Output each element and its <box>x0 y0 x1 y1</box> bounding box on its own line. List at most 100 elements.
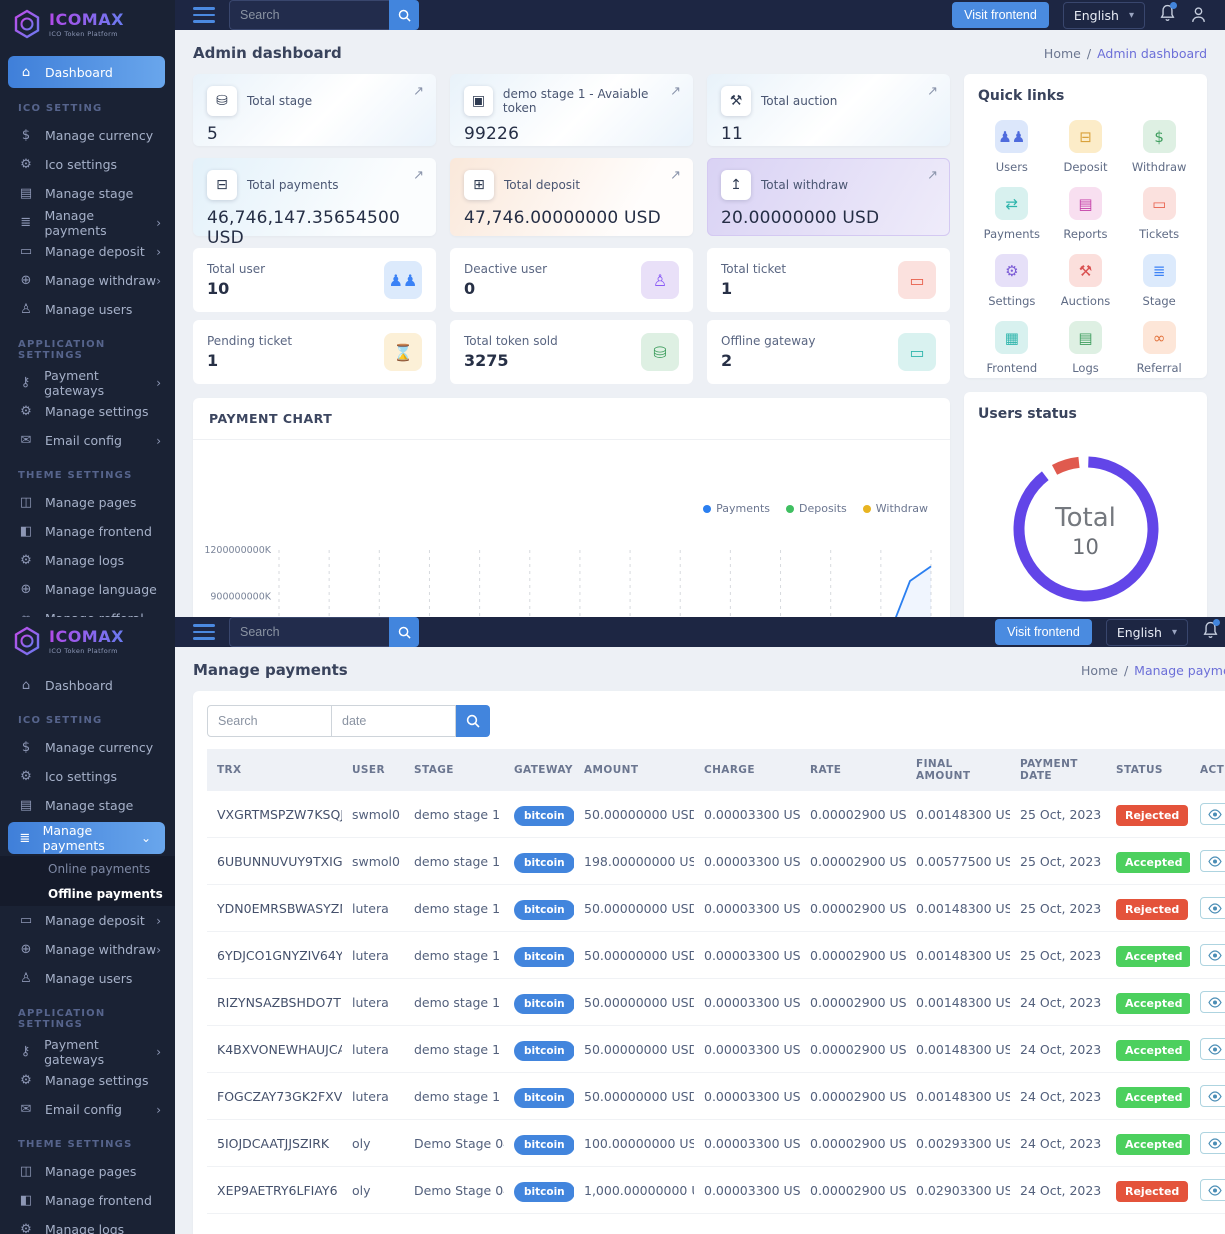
stat-card[interactable]: ↗ ↥ Total withdraw 20.00000000 USD <box>707 158 950 236</box>
search-button[interactable] <box>389 617 419 647</box>
sidebar-item[interactable]: ▭ Manage deposit › <box>0 237 175 266</box>
search-input[interactable] <box>229 617 389 647</box>
hamburger-menu-icon[interactable] <box>193 7 215 23</box>
stat-card[interactable]: ↗ ⊟ Total payments 46,746,147.35654500 U… <box>193 158 436 236</box>
sidebar-item[interactable]: ∞ Manage refferal <box>0 604 175 617</box>
stat-card[interactable]: ↗ ⛁ Total stage 5 <box>193 74 436 146</box>
view-button[interactable] <box>1200 1132 1225 1154</box>
quick-link[interactable]: $ Withdraw <box>1125 120 1193 174</box>
arrow-up-right-icon[interactable]: ↗ <box>927 84 938 99</box>
date-filter-input[interactable] <box>331 705 456 737</box>
sidebar-item[interactable]: ♙ Manage users <box>0 295 175 324</box>
sidebar-item[interactable]: ⚙ Manage settings <box>0 1066 175 1095</box>
notifications-bell[interactable] <box>1159 4 1176 26</box>
arrow-up-right-icon[interactable]: ↗ <box>927 168 938 183</box>
sidebar-item[interactable]: Online payments <box>0 856 175 881</box>
view-button[interactable] <box>1200 944 1225 966</box>
sidebar-item[interactable]: ▤ Manage stage <box>0 791 175 820</box>
notifications-bell[interactable] <box>1202 621 1219 643</box>
language-select[interactable]: English▾ <box>1106 619 1188 646</box>
breadcrumb-home[interactable]: Home <box>1044 46 1081 61</box>
sidebar-item[interactable]: ◧ Manage frontend <box>0 1186 175 1215</box>
sidebar-item[interactable]: ≣ Manage payments ⌄ <box>8 822 165 854</box>
column-header[interactable]: PAYMENT DATE <box>1010 749 1106 791</box>
view-button[interactable] <box>1200 1085 1225 1107</box>
search-button[interactable] <box>389 0 419 30</box>
table-search-input[interactable] <box>207 705 332 737</box>
arrow-up-right-icon[interactable]: ↗ <box>413 84 424 99</box>
sidebar-item[interactable]: ✉ Email config › <box>0 426 175 455</box>
arrow-up-right-icon[interactable]: ↗ <box>413 168 424 183</box>
column-header[interactable]: AMOUNT <box>574 749 694 791</box>
quick-link[interactable]: ≣ Stage <box>1125 254 1193 308</box>
quick-link[interactable]: ⚒ Auctions <box>1052 254 1120 308</box>
sidebar-item[interactable]: ♙ Manage users <box>0 964 175 993</box>
sidebar-item[interactable]: ⌂ Dashboard <box>0 671 175 700</box>
quick-link[interactable]: ∞ Referral <box>1125 321 1193 375</box>
legend-item[interactable]: Payments <box>703 502 770 515</box>
quick-link[interactable]: ▭ Tickets <box>1125 187 1193 241</box>
column-header[interactable]: GATEWAY <box>504 749 574 791</box>
brand-logo[interactable]: ICOMAX ICO Token Platform <box>0 0 175 48</box>
view-button[interactable] <box>1200 850 1225 872</box>
hamburger-menu-icon[interactable] <box>193 624 215 640</box>
breadcrumb-home[interactable]: Home <box>1081 663 1118 678</box>
arrow-up-right-icon[interactable]: ↗ <box>670 84 681 99</box>
sidebar-item[interactable]: ⚙ Manage logs <box>0 546 175 575</box>
arrow-up-right-icon[interactable]: ↗ <box>670 168 681 183</box>
sidebar-item[interactable]: ⚙ Manage logs <box>0 1215 175 1234</box>
stat-card[interactable]: ↗ ⚒ Total auction 11 <box>707 74 950 146</box>
column-header[interactable]: RATE <box>800 749 906 791</box>
column-header[interactable]: TRX <box>207 749 342 791</box>
quick-link[interactable]: ▤ Reports <box>1052 187 1120 241</box>
filter-search-button[interactable] <box>456 705 490 737</box>
sidebar-item[interactable]: $ Manage currency <box>0 121 175 150</box>
sidebar-item[interactable]: ≣ Manage payments › <box>0 208 175 237</box>
quick-link[interactable]: ▦ Frontend <box>978 321 1046 375</box>
view-button[interactable] <box>1200 1038 1225 1060</box>
quick-link[interactable]: ⊟ Deposit <box>1052 120 1120 174</box>
quick-link[interactable]: ▤ Logs <box>1052 321 1120 375</box>
sidebar-item[interactable]: ⚷ Payment gateways › <box>0 368 175 397</box>
sidebar-item[interactable]: ⚙ Manage settings <box>0 397 175 426</box>
search-input[interactable] <box>229 0 389 30</box>
sidebar-item[interactable]: ▭ Manage deposit › <box>0 906 175 935</box>
language-select[interactable]: English▾ <box>1063 2 1145 29</box>
legend-item[interactable]: Deposits <box>786 502 847 515</box>
quick-link[interactable]: ⚙ Settings <box>978 254 1046 308</box>
view-button[interactable] <box>1200 1179 1225 1201</box>
column-header[interactable]: USER <box>342 749 404 791</box>
column-header[interactable]: STAGE <box>404 749 504 791</box>
sidebar-item[interactable]: ▤ Manage stage <box>0 179 175 208</box>
user-menu[interactable] <box>1190 6 1207 24</box>
sidebar-item[interactable]: ⚷ Payment gateways › <box>0 1037 175 1066</box>
sidebar-item[interactable]: ✉ Email config › <box>0 1095 175 1124</box>
sidebar-item[interactable]: $ Manage currency <box>0 733 175 762</box>
sidebar-item[interactable]: ⊕ Manage language <box>0 575 175 604</box>
column-header[interactable]: FINAL AMOUNT <box>906 749 1010 791</box>
view-button[interactable] <box>1200 897 1225 919</box>
sidebar-item[interactable]: Offline payments <box>0 881 175 906</box>
column-header[interactable]: ACTION <box>1190 749 1225 791</box>
stat-card[interactable]: ↗ ⊞ Total deposit 47,746.00000000 USD <box>450 158 693 236</box>
sidebar-item[interactable]: ◫ Manage pages <box>0 1157 175 1186</box>
brand-logo[interactable]: ICOMAX ICO Token Platform <box>0 617 175 665</box>
sidebar-item[interactable]: ⌂ Dashboard <box>8 56 165 88</box>
visit-frontend-button[interactable]: Visit frontend <box>995 619 1092 645</box>
stat-card[interactable]: ↗ ▣ demo stage 1 - Avaiable token 99226 <box>450 74 693 146</box>
legend-item[interactable]: Withdraw <box>863 502 928 515</box>
visit-frontend-button[interactable]: Visit frontend <box>952 2 1049 28</box>
status-badge: Accepted <box>1116 1087 1190 1108</box>
column-header[interactable]: CHARGE <box>694 749 800 791</box>
column-header[interactable]: STATUS <box>1106 749 1190 791</box>
sidebar-item[interactable]: ⚙ Ico settings <box>0 150 175 179</box>
quick-link[interactable]: ♟♟ Users <box>978 120 1046 174</box>
sidebar-item[interactable]: ⚙ Ico settings <box>0 762 175 791</box>
sidebar-item[interactable]: ⊕ Manage withdraw › <box>0 935 175 964</box>
sidebar-item[interactable]: ◧ Manage frontend <box>0 517 175 546</box>
view-button[interactable] <box>1200 991 1225 1013</box>
sidebar-item[interactable]: ◫ Manage pages <box>0 488 175 517</box>
quick-link[interactable]: ⇄ Payments <box>978 187 1046 241</box>
view-button[interactable] <box>1200 803 1225 825</box>
sidebar-item[interactable]: ⊕ Manage withdraw › <box>0 266 175 295</box>
